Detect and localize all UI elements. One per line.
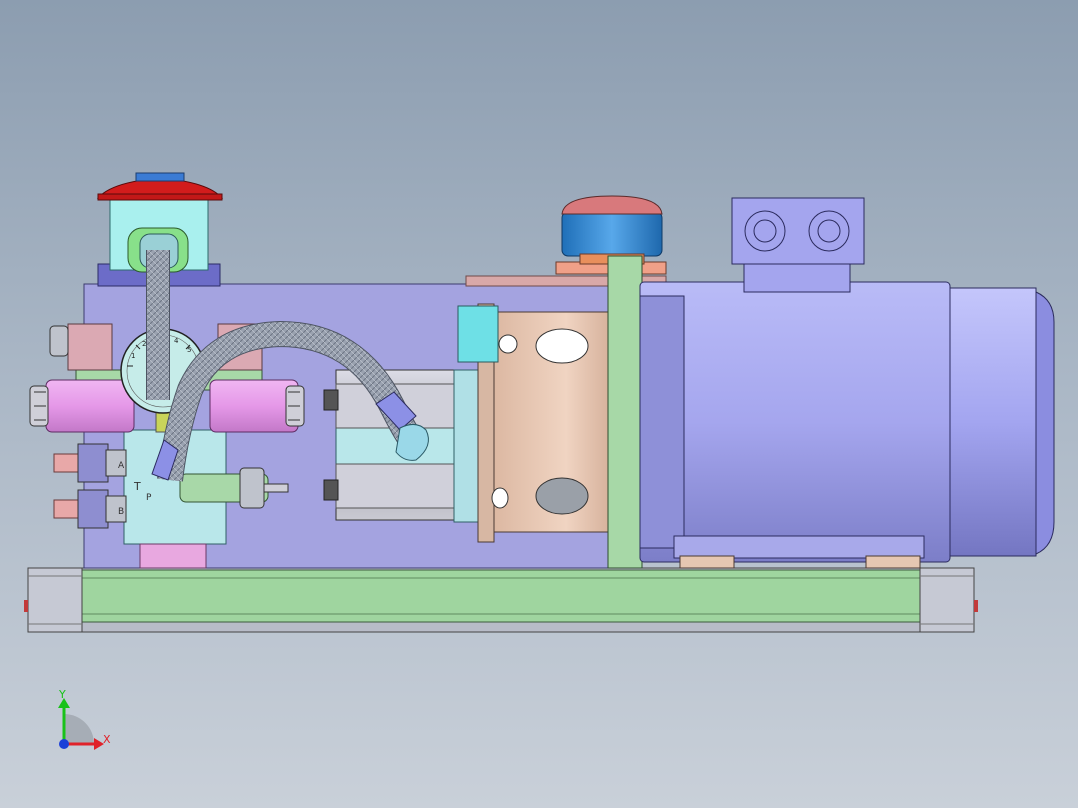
valve-mark-b: B [118, 507, 124, 517]
gauge-label-4: 4 [174, 337, 179, 345]
gauge-label-5: 5 [187, 346, 191, 354]
cad-viewport[interactable]: T A B P 1 2 3 4 5 Y X [0, 0, 1078, 808]
coordinate-triad [58, 698, 104, 750]
hydraulic-unit-model[interactable]: T A B P 1 2 3 4 5 [0, 0, 1078, 808]
motor-terminal-box [731, 197, 865, 293]
triad-quadrant [64, 714, 94, 744]
triad-y-label: Y [59, 688, 66, 701]
base-frame [24, 567, 978, 633]
valve-mark-p: P [146, 493, 152, 503]
valve-mark-a: A [118, 461, 125, 471]
valve-mark-t: T [133, 480, 141, 493]
motor-mount-plate [607, 255, 643, 569]
electric-motor [639, 281, 1055, 569]
gauge-label-1: 1 [131, 352, 135, 360]
bell-housing [457, 303, 615, 543]
gauge-label-2: 2 [142, 340, 146, 348]
triad-z-axis [59, 739, 69, 749]
triad-x-label: X [103, 733, 111, 746]
